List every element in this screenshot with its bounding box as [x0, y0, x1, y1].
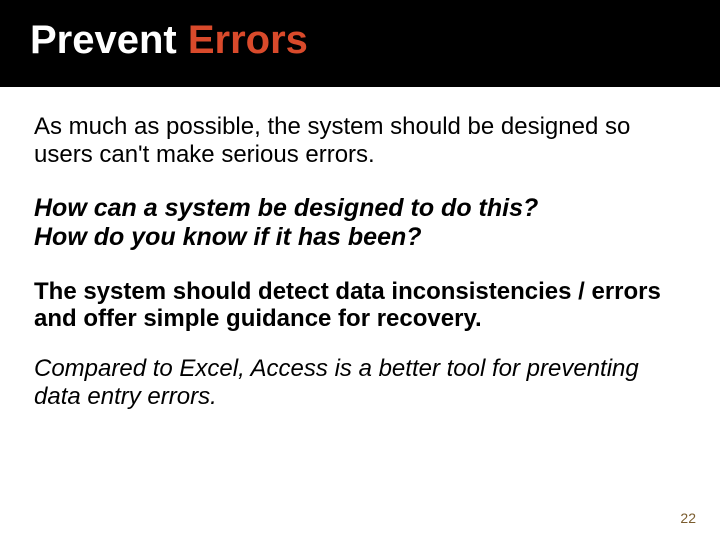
- slide: Prevent Errors As much as possible, the …: [0, 0, 720, 540]
- intro-text: As much as possible, the system should b…: [34, 113, 680, 168]
- question-2: How do you know if it has been?: [34, 223, 680, 252]
- detect-text: The system should detect data inconsiste…: [34, 278, 680, 333]
- title-bar: Prevent Errors: [0, 0, 720, 87]
- page-number: 22: [680, 510, 696, 526]
- question-1: How can a system be designed to do this?: [34, 194, 680, 223]
- title-word-prevent: Prevent: [30, 18, 188, 62]
- compare-text: Compared to Excel, Access is a better to…: [34, 355, 680, 412]
- title-word-errors: Errors: [188, 18, 308, 62]
- questions-block: How can a system be designed to do this?…: [34, 194, 680, 252]
- slide-body: As much as possible, the system should b…: [0, 87, 720, 412]
